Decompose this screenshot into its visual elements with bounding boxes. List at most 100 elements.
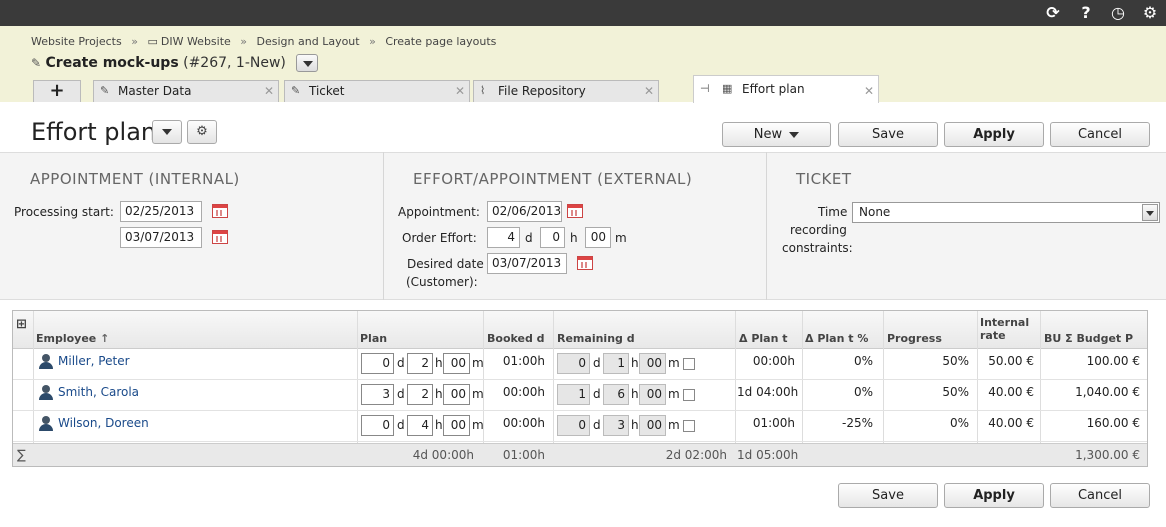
processing-end-date-field[interactable]: 03/07/2013 <box>120 227 202 248</box>
minutes-unit: m <box>668 356 680 370</box>
tab-master-data[interactable]: ✎ Master Data ✕ <box>93 80 279 102</box>
plan-minutes-field[interactable]: 00 <box>443 353 470 374</box>
apply-button[interactable]: Apply <box>944 122 1044 147</box>
breadcrumb-item[interactable]: Website Projects <box>31 35 122 48</box>
view-menu-button[interactable] <box>152 120 182 144</box>
tools-icon: ✎ <box>31 56 42 70</box>
minutes-unit: m <box>472 418 484 432</box>
hours-unit: h <box>631 387 639 401</box>
breadcrumb-item[interactable]: Design and Layout <box>257 35 360 48</box>
calendar-icon: ▦ <box>722 82 733 95</box>
ticket-heading: TICKET <box>796 170 852 188</box>
sort-asc-icon: ↑ <box>100 332 110 345</box>
remaining-minutes-field: 00 <box>639 415 666 436</box>
settings-button[interactable]: ⚙ <box>187 120 217 144</box>
pin-icon[interactable]: ⊣ <box>700 82 714 96</box>
breadcrumb-item[interactable]: DIW Website <box>161 35 231 48</box>
breadcrumb-item[interactable]: Create page layouts <box>385 35 496 48</box>
constraints-label: Time <box>818 205 848 219</box>
plan-hours-field[interactable]: 2 <box>407 353 433 374</box>
close-icon[interactable]: ✕ <box>864 78 874 104</box>
calendar-icon[interactable] <box>212 230 228 244</box>
minutes-unit: m <box>668 418 680 432</box>
plan-days-field[interactable]: 3 <box>361 384 394 405</box>
refresh-icon[interactable]: ⟳ <box>1043 3 1063 23</box>
remaining-hours-field: 1 <box>603 353 629 374</box>
remaining-days-field: 1 <box>557 384 590 405</box>
budget-value: 160.00 € <box>1086 416 1140 430</box>
booked-value: 00:00h <box>502 416 545 430</box>
days-unit: d <box>525 231 533 245</box>
paperclip-icon: ⌇ <box>480 84 486 97</box>
order-effort-hours-field[interactable]: 0 <box>540 227 565 248</box>
appointment-label: Appointment: <box>398 205 480 219</box>
remaining-checkbox[interactable] <box>683 358 695 370</box>
internal-rate-value: 50.00 € <box>988 354 1034 368</box>
calendar-icon[interactable] <box>567 204 583 218</box>
order-effort-days-field[interactable]: 4 <box>487 227 520 248</box>
days-unit: d <box>593 387 601 401</box>
close-icon[interactable]: ✕ <box>264 81 274 101</box>
hours-unit: h <box>435 356 443 370</box>
days-unit: d <box>397 418 405 432</box>
plan-minutes-field[interactable]: 00 <box>443 415 470 436</box>
calendar-icon[interactable] <box>212 204 228 218</box>
table-row: Miller, Peter 0 d 2 h 00 m 01:00h 0 d 1 … <box>13 349 1147 380</box>
processing-start-label: Processing start: <box>14 205 114 219</box>
appointment-date-field[interactable]: 02/06/2013 <box>487 201 562 222</box>
remaining-days-field: 0 <box>557 415 590 436</box>
remaining-days-field: 0 <box>557 353 590 374</box>
order-effort-minutes-field[interactable]: 00 <box>585 227 611 248</box>
breadcrumb: Website Projects » ▭ DIW Website » Design… <box>31 35 497 48</box>
calendar-icon[interactable] <box>577 256 593 270</box>
internal-rate-value: 40.00 € <box>988 385 1034 399</box>
employee-link[interactable]: Smith, Carola <box>58 385 139 399</box>
remaining-checkbox[interactable] <box>683 389 695 401</box>
days-unit: d <box>397 387 405 401</box>
ticket-menu-button[interactable] <box>296 54 319 72</box>
footer-save-button[interactable]: Save <box>838 483 938 508</box>
order-effort-label: Order Effort: <box>402 231 477 245</box>
new-button[interactable]: New <box>722 122 831 147</box>
plan-hours-field[interactable]: 2 <box>407 384 433 405</box>
tab-file-repository[interactable]: ⌇ File Repository ✕ <box>473 80 659 102</box>
user-icon <box>38 416 54 432</box>
constraints-label: constraints: <box>782 241 853 255</box>
plan-days-field[interactable]: 0 <box>361 353 394 374</box>
plan-hours-field[interactable]: 4 <box>407 415 433 436</box>
save-button[interactable]: Save <box>838 122 938 147</box>
close-icon[interactable]: ✕ <box>644 81 654 101</box>
internal-rate-value: 40.00 € <box>988 416 1034 430</box>
tab-ticket[interactable]: ✎ Ticket ✕ <box>284 80 470 102</box>
remaining-checkbox[interactable] <box>683 420 695 432</box>
close-icon[interactable]: ✕ <box>455 81 465 101</box>
cancel-button[interactable]: Cancel <box>1050 122 1150 147</box>
external-heading: EFFORT/APPOINTMENT (EXTERNAL) <box>413 170 693 188</box>
processing-start-date-field[interactable]: 02/25/2013 <box>120 201 202 222</box>
hours-unit: h <box>570 231 578 245</box>
budget-value: 1,040.00 € <box>1075 385 1140 399</box>
constraints-label: recording <box>790 223 847 237</box>
plan-days-field[interactable]: 0 <box>361 415 394 436</box>
minutes-unit: m <box>472 387 484 401</box>
hours-unit: h <box>435 387 443 401</box>
help-icon[interactable]: ? <box>1076 3 1096 23</box>
chevron-down-icon[interactable] <box>1142 204 1158 221</box>
remaining-hours-field: 6 <box>603 384 629 405</box>
booked-value: 00:00h <box>502 385 545 399</box>
timer-icon[interactable]: ◷ <box>1108 3 1128 23</box>
plan-minutes-field[interactable]: 00 <box>443 384 470 405</box>
employee-link[interactable]: Miller, Peter <box>58 354 130 368</box>
add-tab-button[interactable]: + <box>33 80 81 102</box>
footer-cancel-button[interactable]: Cancel <box>1050 483 1150 508</box>
footer-apply-button[interactable]: Apply <box>944 483 1044 508</box>
tools-icon: ✎ <box>100 84 110 97</box>
sum-icon: ∑ <box>17 448 26 463</box>
delta-plan-value: 00:00h <box>752 354 795 368</box>
effort-grid: ⊞ Employee ↑ Plan Booked d Remaining d Δ… <box>12 310 1148 467</box>
time-recording-constraints-select[interactable]: None <box>852 202 1160 223</box>
employee-link[interactable]: Wilson, Doreen <box>58 416 149 430</box>
desired-date-field[interactable]: 03/07/2013 <box>487 253 567 274</box>
gear-icon[interactable]: ⚙ <box>1140 3 1160 23</box>
tab-effort-plan[interactable]: ⊣ ▦ Effort plan ✕ <box>693 75 879 103</box>
